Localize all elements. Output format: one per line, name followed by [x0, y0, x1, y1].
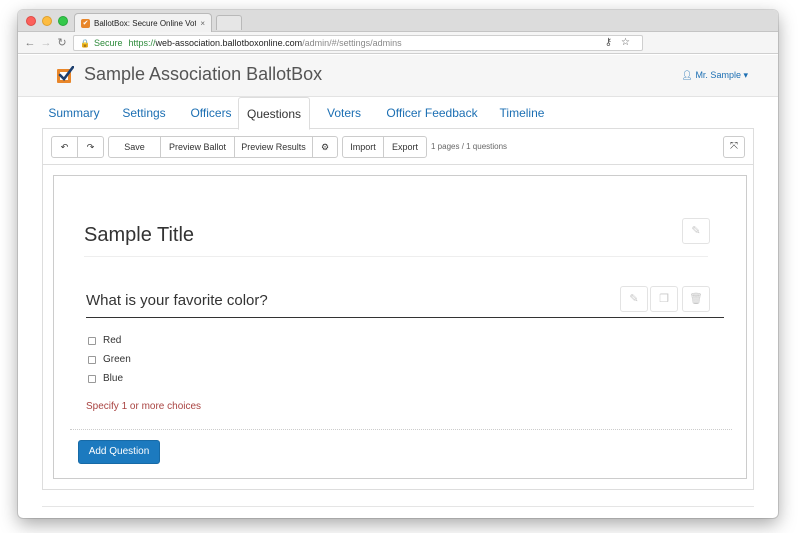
- new-tab-button[interactable]: [216, 15, 242, 30]
- browser-tab[interactable]: ✔ BallotBox: Secure Online Votin ×: [74, 13, 212, 32]
- window-controls: [26, 16, 68, 26]
- tab-summary[interactable]: Summary: [42, 97, 106, 129]
- url-path: /admin/#/settings/admins: [302, 38, 402, 48]
- close-tab-icon[interactable]: ×: [200, 19, 205, 28]
- site-header: Sample Association BallotBox 👤︎ Mr. Samp…: [18, 55, 778, 97]
- tab-settings[interactable]: Settings: [112, 97, 176, 129]
- title-divider: [84, 256, 708, 257]
- export-button[interactable]: Export: [383, 136, 427, 158]
- user-icon: 👤︎: [681, 70, 693, 80]
- close-window-button[interactable]: [26, 16, 36, 26]
- ballot-editor: Sample Title ✎ ✎ ❐ 🗑︎ What is your favor…: [53, 175, 747, 479]
- tab-questions[interactable]: Questions: [238, 97, 310, 130]
- redo-button[interactable]: ↷: [77, 136, 104, 158]
- tab-officer-feedback[interactable]: Officer Feedback: [378, 97, 486, 129]
- pencil-icon: ✎: [691, 225, 701, 237]
- tab-voters[interactable]: Voters: [314, 97, 374, 129]
- lock-icon: 🔒: [80, 38, 90, 48]
- choice-label: Green: [103, 354, 131, 365]
- undo-icon: ↶: [60, 142, 69, 152]
- edit-question-button[interactable]: ✎: [620, 286, 648, 312]
- minimize-window-button[interactable]: [42, 16, 52, 26]
- tab-officers[interactable]: Officers: [180, 97, 242, 129]
- key-icon[interactable]: ⚷: [605, 37, 612, 48]
- favicon-icon: ✔: [81, 18, 90, 28]
- questions-panel: ↶ ↷ Save Preview Ballot Preview Results …: [42, 129, 754, 490]
- reload-icon[interactable]: ↻: [56, 36, 68, 50]
- browser-tab-title: BallotBox: Secure Online Votin: [94, 18, 197, 28]
- expand-button[interactable]: ⤧: [723, 136, 745, 158]
- ballot-title[interactable]: Sample Title: [84, 224, 194, 247]
- copy-icon: ❐: [659, 293, 669, 305]
- browser-window: ✔ BallotBox: Secure Online Votin × ← → ↻…: [18, 10, 778, 518]
- user-menu[interactable]: 👤︎ Mr. Sample ▾: [681, 70, 748, 81]
- question-divider: [86, 317, 724, 318]
- redo-icon: ↷: [86, 142, 95, 152]
- choice-item[interactable]: Green: [88, 354, 131, 365]
- choice-checkbox[interactable]: [88, 374, 96, 383]
- choice-label: Red: [103, 335, 122, 346]
- import-button[interactable]: Import: [342, 136, 384, 158]
- expand-icon: ⤧: [730, 141, 738, 152]
- pencil-icon: ✎: [629, 293, 639, 305]
- gear-icon: ⚙: [320, 142, 330, 152]
- url-field[interactable]: 🔒 Secure https:// web-association.ballot…: [73, 35, 643, 51]
- settings-button[interactable]: ⚙: [312, 136, 338, 158]
- address-bar: ← → ↻ 🔒 Secure https:// web-association.…: [18, 32, 778, 54]
- url-host: web-association.ballotboxonline.com: [155, 38, 303, 48]
- preview-ballot-button[interactable]: Preview Ballot: [160, 136, 235, 158]
- copy-question-button[interactable]: ❐: [650, 286, 678, 312]
- nav-tabs: Summary Settings Officers Questions Vote…: [42, 97, 754, 130]
- site-title: Sample Association BallotBox: [84, 64, 323, 84]
- undo-button[interactable]: ↶: [51, 136, 78, 158]
- choice-item[interactable]: Blue: [88, 373, 123, 384]
- omnibox-actions: ⚷ ☆: [605, 37, 630, 48]
- maximize-window-button[interactable]: [58, 16, 68, 26]
- question-text[interactable]: What is your favorite color?: [86, 292, 268, 309]
- bookmark-star-icon[interactable]: ☆: [621, 37, 630, 48]
- secure-label: Secure: [93, 38, 123, 48]
- save-button[interactable]: Save: [108, 136, 161, 158]
- page-question-count: 1 pages / 1 questions: [431, 142, 508, 151]
- choice-checkbox[interactable]: [88, 355, 96, 364]
- delete-question-button[interactable]: 🗑︎: [682, 286, 710, 312]
- choice-item[interactable]: Red: [88, 335, 121, 346]
- tab-timeline[interactable]: Timeline: [490, 97, 554, 129]
- footer-divider: [42, 506, 754, 507]
- choice-label: Blue: [103, 373, 124, 384]
- choice-hint: Specify 1 or more choices: [86, 401, 202, 412]
- back-arrow-icon[interactable]: ←: [24, 36, 36, 50]
- preview-results-button[interactable]: Preview Results: [234, 136, 313, 158]
- editor-toolbar: ↶ ↷ Save Preview Ballot Preview Results …: [43, 129, 753, 165]
- browser-tab-strip: ✔ BallotBox: Secure Online Votin ×: [18, 10, 778, 32]
- add-question-button[interactable]: Add Question: [78, 440, 160, 464]
- ballotbox-logo-icon: [57, 66, 74, 83]
- trash-icon: 🗑︎: [689, 293, 703, 305]
- user-name: Mr. Sample: [695, 70, 741, 80]
- section-divider: [70, 429, 732, 430]
- forward-arrow-icon[interactable]: →: [40, 36, 52, 50]
- url-protocol: https://: [128, 38, 156, 48]
- caret-down-icon: ▾: [743, 70, 748, 80]
- edit-title-button[interactable]: ✎: [682, 218, 710, 244]
- choice-checkbox[interactable]: [88, 336, 96, 345]
